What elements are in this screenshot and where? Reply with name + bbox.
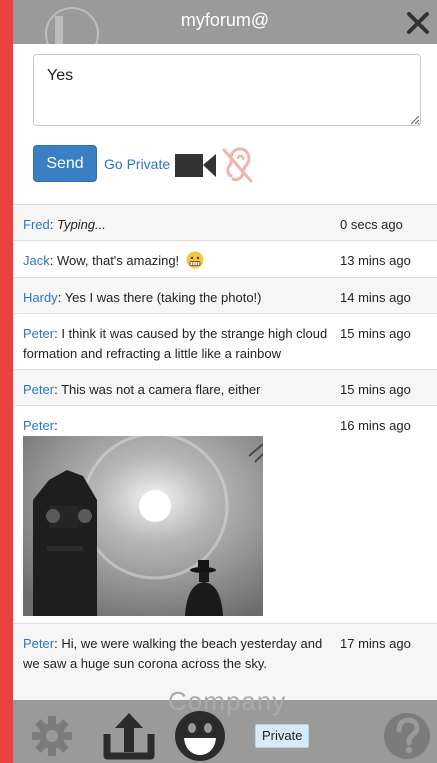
gear-icon[interactable]: [31, 715, 73, 757]
message-user[interactable]: Peter: [23, 326, 54, 341]
message-user[interactable]: Fred: [23, 217, 50, 232]
message-input[interactable]: Yes: [33, 54, 421, 126]
message-row: Fred: Typing... 0 secs ago: [13, 204, 437, 240]
message-time: 17 mins ago: [340, 636, 411, 651]
left-red-strip: [0, 0, 13, 763]
message-text: Hi, we were walking the beach yesterday …: [23, 636, 323, 671]
message-text: Yes I was there (taking the photo!): [64, 290, 262, 305]
video-camera-icon[interactable]: [174, 151, 217, 179]
message-user[interactable]: Peter: [23, 418, 54, 433]
title-bar: myforum@: [13, 0, 437, 46]
go-private-link[interactable]: Go Private: [104, 156, 170, 172]
typing-indicator: Typing...: [56, 217, 106, 232]
window-title: myforum@: [180, 10, 270, 30]
shared-photo[interactable]: [23, 436, 263, 616]
footer-toolbar: Company Private: [13, 686, 437, 763]
message-row: Peter: 16 mins ago: [13, 405, 437, 623]
send-button[interactable]: Send: [33, 145, 97, 182]
help-icon[interactable]: [383, 712, 431, 760]
chat-panel: myforum@ Yes Send Go Private Fred: Typin…: [13, 0, 437, 763]
message-text: Wow, that's amazing!: [56, 253, 180, 268]
message-user[interactable]: Hardy: [23, 290, 58, 305]
message-time: 16 mins ago: [340, 418, 411, 433]
message-time: 14 mins ago: [340, 290, 411, 305]
message-row: Peter: I think it was caused by the stra…: [13, 313, 437, 369]
close-icon[interactable]: [405, 10, 431, 36]
message-list: Fred: Typing... 0 secs ago Jack: Wow, th…: [13, 204, 437, 700]
message-row: Peter: This was not a camera flare, eith…: [13, 369, 437, 405]
resize-grip-icon[interactable]: [408, 113, 420, 125]
compose-area: Yes Send Go Private: [13, 44, 437, 204]
message-time: 0 secs ago: [340, 217, 403, 232]
message-text: I think it was caused by the strange hig…: [23, 326, 328, 361]
message-user[interactable]: Jack: [23, 253, 50, 268]
message-row: Hardy: Yes I was there (taking the photo…: [13, 277, 437, 313]
message-row: Jack: Wow, that's amazing! 13 mins ago: [13, 240, 437, 277]
message-time: 15 mins ago: [340, 382, 411, 397]
message-text: This was not a camera flare, either: [61, 382, 261, 397]
upload-icon[interactable]: [101, 712, 157, 760]
message-time: 15 mins ago: [340, 326, 411, 341]
ear-muted-icon[interactable]: [221, 146, 253, 184]
private-toggle[interactable]: Private: [255, 724, 310, 748]
grimace-emoji-icon: [186, 251, 204, 269]
smiley-icon[interactable]: [173, 710, 227, 762]
message-user[interactable]: Peter: [23, 382, 54, 397]
message-user[interactable]: Peter: [23, 636, 54, 651]
message-time: 13 mins ago: [340, 253, 411, 268]
